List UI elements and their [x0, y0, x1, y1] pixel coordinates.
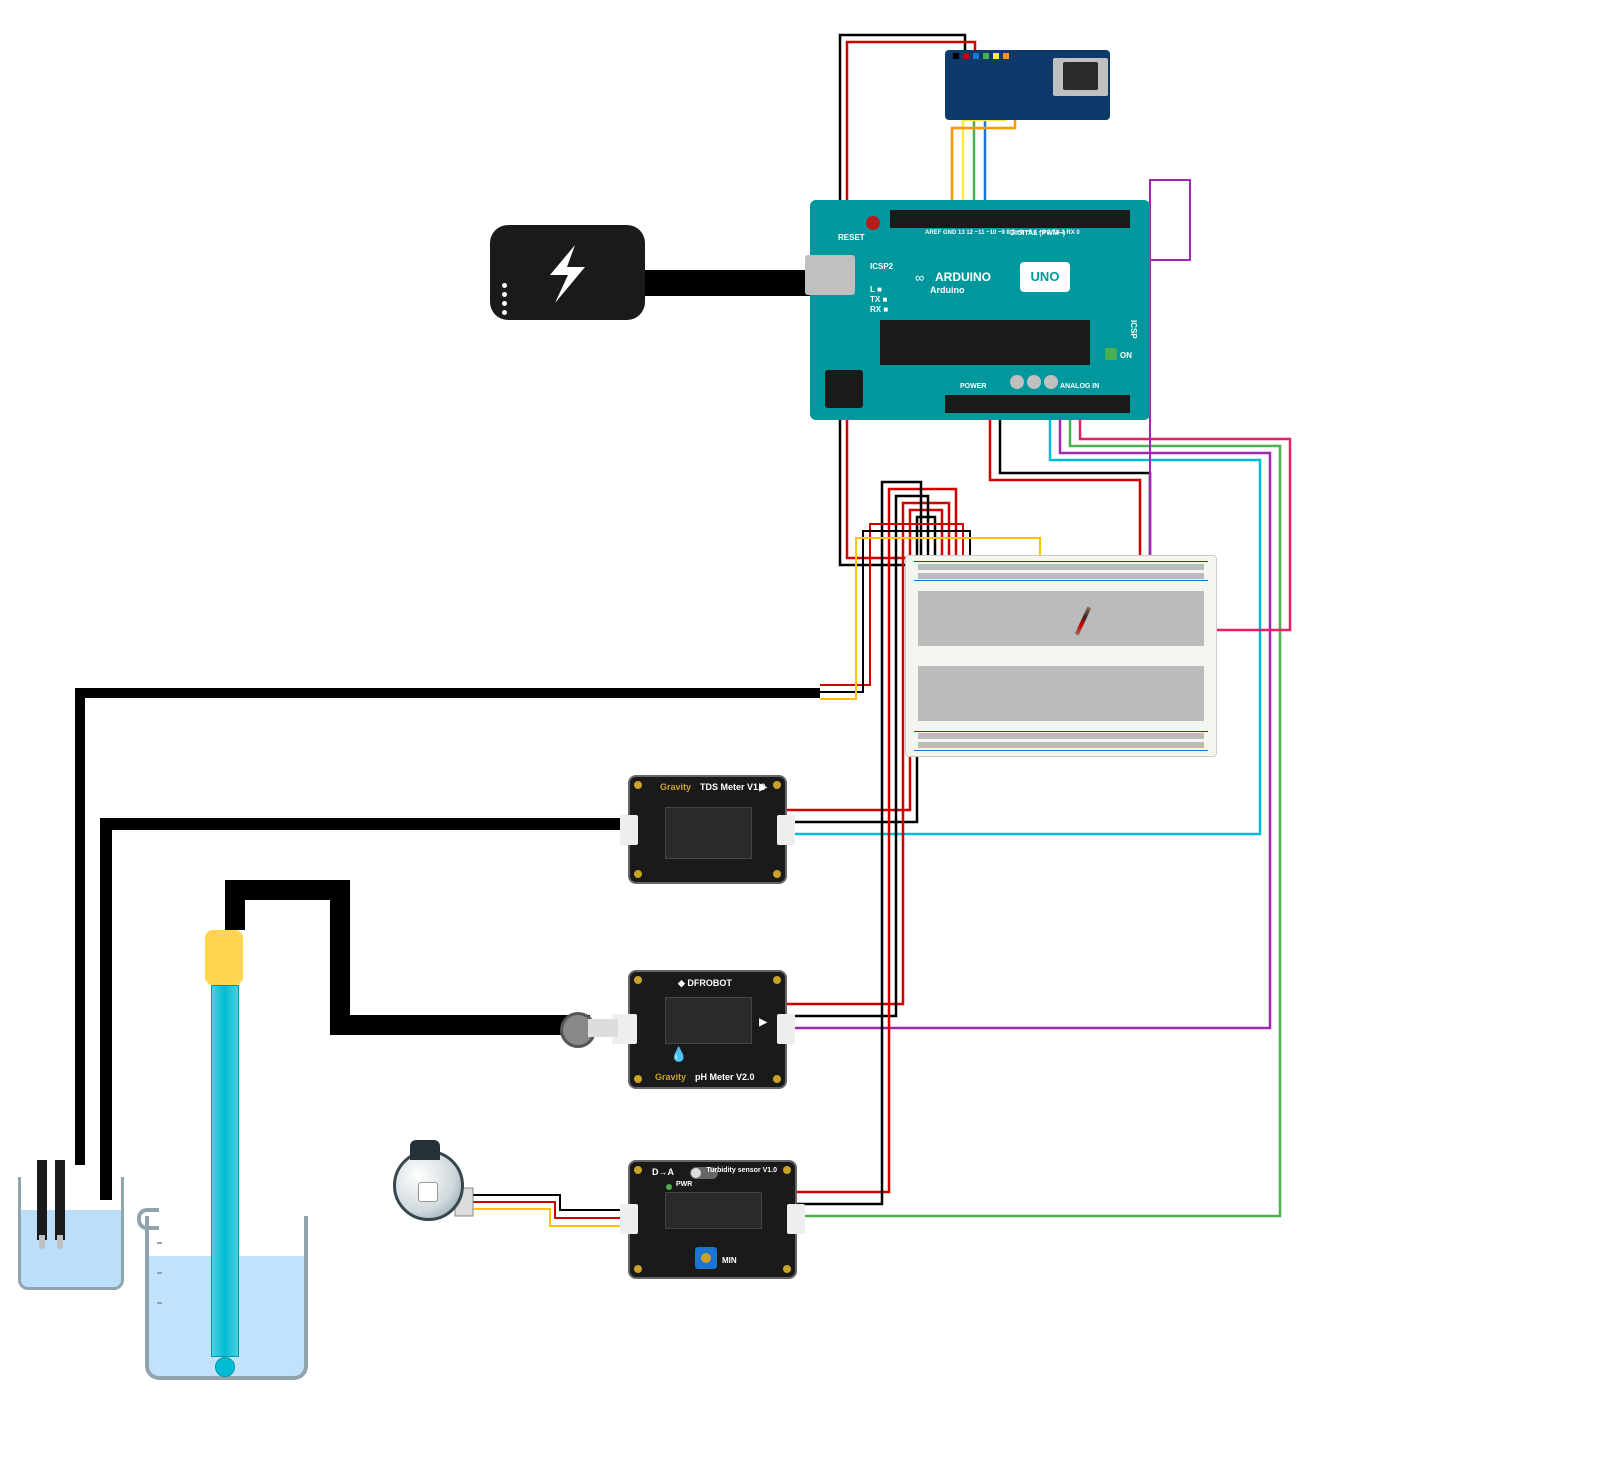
ph-signal-jack: [777, 1014, 795, 1044]
ph-probe-cap: [205, 930, 243, 985]
arduino-uno: RESET ∞ ARDUINO Arduino UNO ON ICSP2 ICS…: [810, 200, 1150, 420]
on-led: [1105, 348, 1117, 360]
usb-port: [805, 255, 855, 295]
arduino-logo-text: ARDUINO: [935, 270, 991, 284]
ph-meter-board: ◆ DFROBOT Gravity pH Meter V2.0 ▶ 💧: [628, 970, 787, 1089]
lightning-icon: [490, 225, 645, 320]
ph-probe: [205, 930, 243, 1377]
pullup-resistor: [1075, 607, 1091, 636]
tds-meter-board: Gravity TDS Meter V1.0 ▶: [628, 775, 787, 884]
bnc-connector: [560, 1005, 615, 1050]
ph-probe-cable: [225, 880, 590, 1035]
turbidity-board: D→A Turbidity sensor V1.0 MIN PWR: [628, 1160, 797, 1279]
wire-turbidity-signal: [790, 418, 1280, 1216]
usb-cable: [640, 270, 810, 296]
power-jack: [825, 370, 863, 408]
temp-probe-tip: [55, 1160, 65, 1240]
power-analog-header: [945, 395, 1130, 413]
atmega-chip: [880, 320, 1090, 365]
uno-badge: UNO: [1020, 262, 1070, 292]
temp-probe-cable: [75, 688, 820, 1165]
tds-probe-jack: [620, 815, 638, 845]
sd-card-module: [945, 50, 1110, 120]
turbidity-probe: [388, 1140, 468, 1225]
power-bank: [490, 225, 645, 320]
potentiometer[interactable]: [695, 1247, 717, 1269]
beaker-small: [18, 1160, 118, 1290]
breadboard: [905, 555, 1217, 757]
tds-signal-jack: [777, 815, 795, 845]
tds-probe-cable: [100, 818, 640, 1200]
digital-header: [890, 210, 1130, 228]
reset-button[interactable]: [866, 216, 880, 230]
